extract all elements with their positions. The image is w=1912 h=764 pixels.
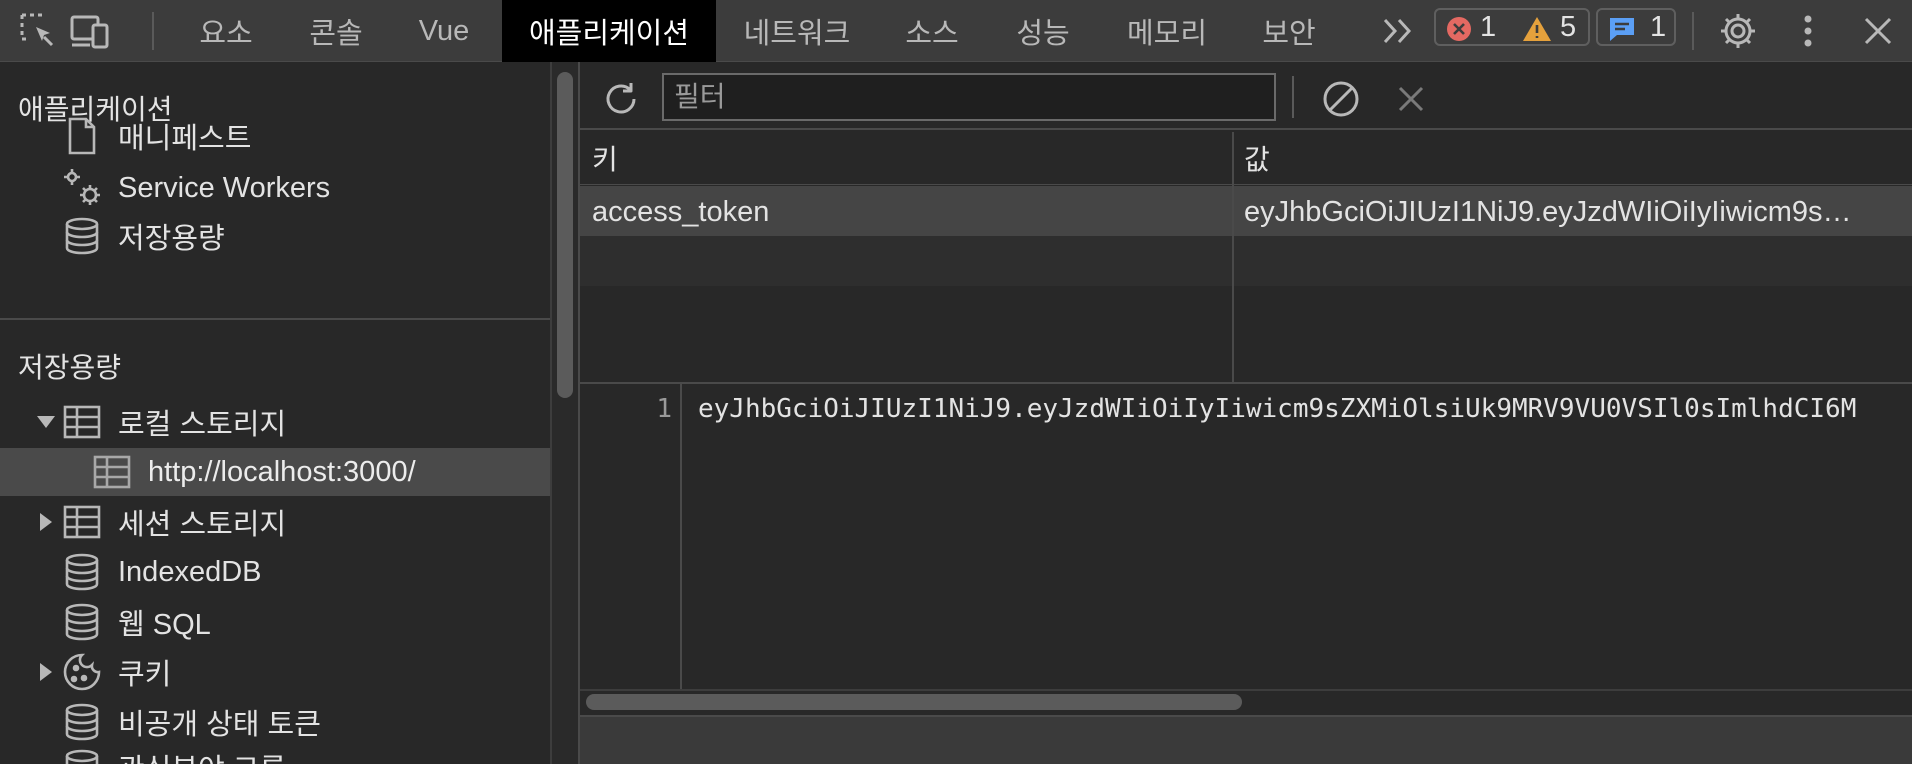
messages-counter[interactable]: 1 [1596,8,1676,46]
tab-memory[interactable]: 메모리 [1102,0,1232,62]
column-divider [1232,132,1234,382]
table-empty-area [580,286,1912,382]
caret-right-icon[interactable] [36,512,56,532]
sidebar-item-storage[interactable]: 저장용량 [0,212,550,260]
gears-icon [60,166,104,210]
toolbar-separator [1292,76,1294,118]
tab-elements[interactable]: 요소 [174,0,278,62]
caret-right-icon[interactable] [36,662,56,682]
tab-vue[interactable]: Vue [396,0,492,62]
sidebar: 애플리케이션 매니페스트 Service Workers 저장용량 저장용량 로… [0,62,550,764]
database-icon [60,214,104,258]
column-header-value[interactable]: 값 [1244,132,1270,184]
inspect-icon[interactable] [16,9,60,53]
database-icon [60,550,104,594]
sidebar-item-private-state-tokens[interactable]: 비공개 상태 토큰 [0,698,550,746]
line-gutter [580,384,682,689]
sidebar-item-manifest[interactable]: 매니페스트 [0,112,550,160]
tab-security[interactable]: 보안 [1236,0,1342,62]
sidebar-item-session-storage[interactable]: 세션 스토리지 [0,498,550,546]
cookie-icon [60,650,104,694]
table-icon [90,450,134,494]
filter-input[interactable] [662,73,1276,121]
sidebar-item-label: 매니페스트 [118,123,252,155]
table-icon [60,500,104,544]
settings-icon[interactable] [1716,9,1760,53]
caret-down-icon[interactable] [36,412,56,432]
error-count: 1 [1480,10,1497,43]
tab-performance[interactable]: 성능 [988,0,1098,62]
document-icon [60,114,104,158]
sidebar-item-label: IndexedDB [118,555,262,588]
sidebar-item-label: 웹 SQL [118,609,211,641]
delete-selected-icon[interactable] [1388,76,1434,122]
issues-counter[interactable]: 1 5 [1434,8,1590,46]
table-row-empty [580,236,1912,286]
sidebar-item-web-sql[interactable]: 웹 SQL [0,598,550,646]
tab-sources[interactable]: 소스 [878,0,986,62]
more-tabs-icon[interactable] [1376,9,1420,53]
toolbar-separator [152,12,154,50]
database-icon [60,746,104,764]
section-title-storage: 저장용량 [18,352,122,383]
bottom-pane [580,715,1912,764]
sidebar-item-label: 쿠키 [118,659,172,691]
tab-application[interactable]: 애플리케이션 [502,0,716,62]
devtools-toolbar: 요소 콘솔 Vue 애플리케이션 네트워크 소스 성능 메모리 보안 1 5 1 [0,0,1912,62]
sidebar-item-service-workers[interactable]: Service Workers [0,164,550,212]
message-icon [1608,16,1636,47]
sidebar-item-localhost-3000[interactable]: http://localhost:3000/ [0,448,550,496]
tab-network[interactable]: 네트워크 [726,0,868,62]
sidebar-item-interest-groups[interactable]: 관심분야 그룹 [0,746,550,764]
database-icon [60,600,104,644]
toolbar-separator [1692,12,1694,50]
sidebar-scrollbar-thumb[interactable] [557,72,573,398]
preview-scrollbar-thumb[interactable] [586,694,1242,710]
line-number: 1 [656,394,672,424]
sidebar-item-label: 저장용량 [118,223,225,255]
sidebar-item-local-storage[interactable]: 로컬 스토리지 [0,398,550,446]
kebab-menu-icon[interactable] [1786,9,1830,53]
table-cell-value: eyJhbGciOiJIUzI1NiJ9.eyJzdWIiOiIyIiwicm9… [1244,195,1852,228]
table-cell-key: access_token [592,195,770,228]
sidebar-item-label: Service Workers [118,171,331,204]
sidebar-item-label: 세션 스토리지 [118,509,287,541]
sidebar-item-label: 로컬 스토리지 [118,409,287,441]
sidebar-item-indexeddb[interactable]: IndexedDB [0,548,550,596]
device-toggle-icon[interactable] [68,9,112,53]
table-icon [60,400,104,444]
clear-all-icon[interactable] [1318,76,1364,122]
error-icon [1446,16,1472,47]
column-header-key[interactable]: 키 [592,132,618,184]
sidebar-item-cookies[interactable]: 쿠키 [0,648,550,696]
message-count: 1 [1650,10,1667,43]
refresh-icon[interactable] [598,76,644,122]
sidebar-item-label: http://localhost:3000/ [148,455,416,488]
preview-content[interactable]: eyJhbGciOiJIUzI1NiJ9.eyJzdWIiOiIyIiwicm9… [698,394,1912,424]
database-icon [60,700,104,744]
sidebar-divider [0,318,550,320]
value-preview [580,384,1912,689]
warning-count: 5 [1560,10,1577,43]
sidebar-item-label: 비공개 상태 토큰 [118,709,321,741]
tab-console[interactable]: 콘솔 [284,0,388,62]
sidebar-item-label: 관심분야 그룹 [118,746,286,764]
close-icon[interactable] [1856,9,1900,53]
warning-icon [1522,15,1552,48]
